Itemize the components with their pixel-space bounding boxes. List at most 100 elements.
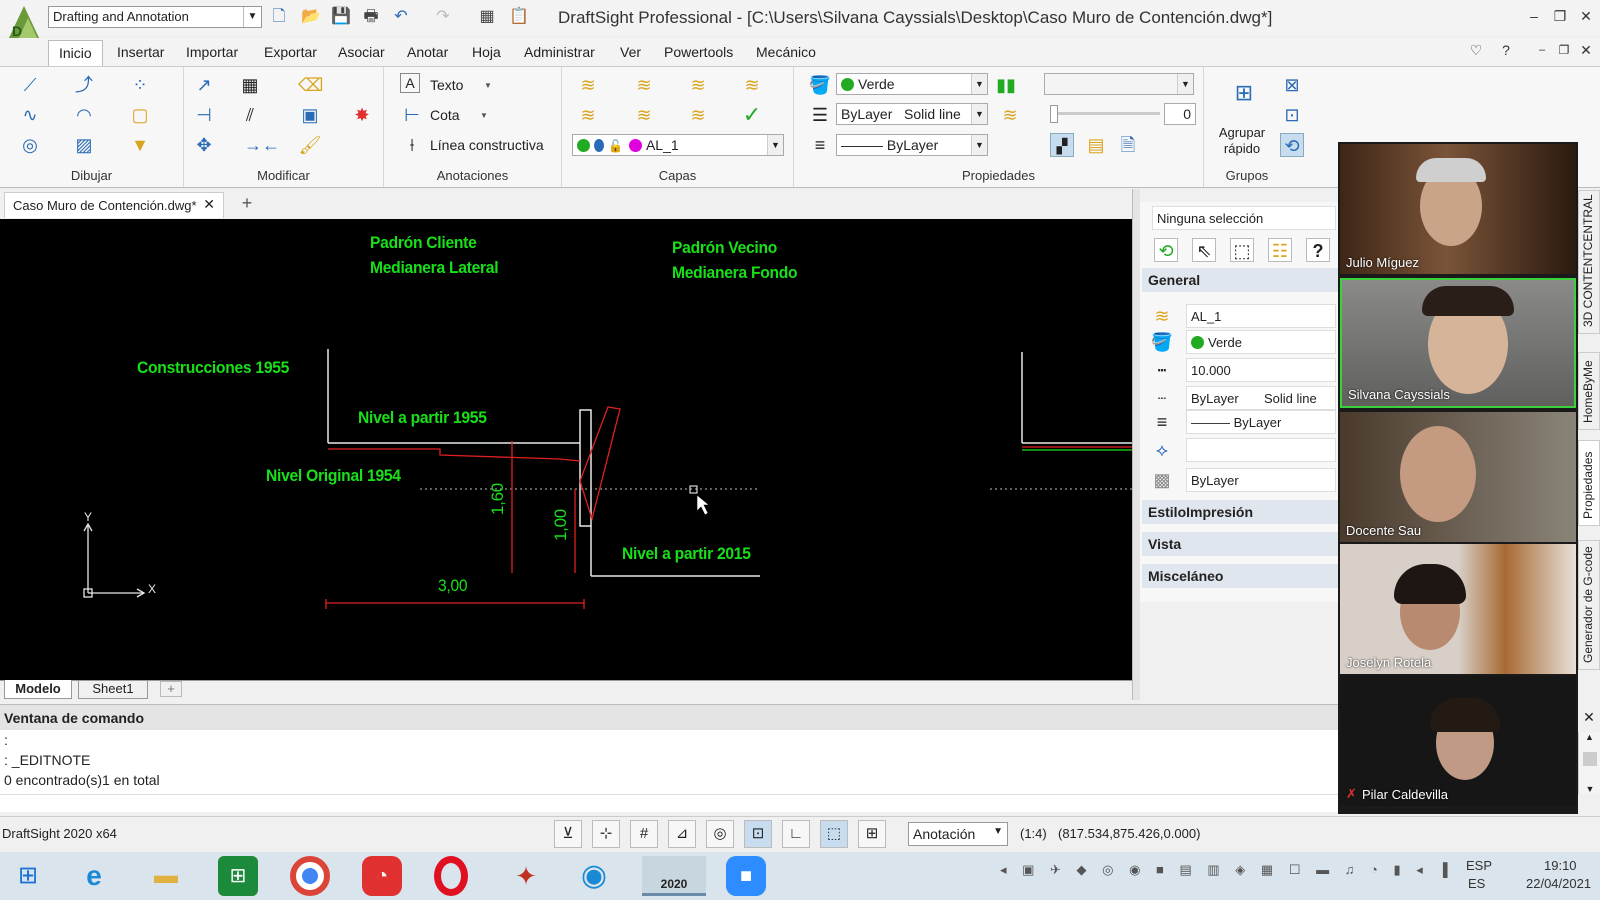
help-question-icon[interactable]: ? (1306, 238, 1330, 262)
tab-importar[interactable]: Importar (186, 44, 238, 66)
doc-restore-icon[interactable]: ❐ (1552, 40, 1576, 60)
video-tile[interactable]: Joselyn Rotela (1340, 544, 1576, 674)
spline-icon[interactable]: ∿ (18, 103, 42, 127)
etrack-icon[interactable]: ∟ (782, 820, 810, 848)
opera-icon[interactable] (434, 856, 468, 896)
prop-color[interactable]: Verde (1186, 330, 1336, 354)
scroll-up-icon[interactable]: ▲ (1579, 732, 1600, 742)
keyboard-layout[interactable]: ES (1468, 876, 1485, 891)
prop-linetype-scale[interactable]: 10.000 (1186, 358, 1336, 382)
video-tile[interactable]: Pilar Caldevilla ✗ (1340, 676, 1576, 806)
close-icon[interactable]: ✕ (1574, 6, 1598, 26)
windows-start-icon[interactable]: ⊞ (8, 856, 48, 896)
text-tool[interactable]: Texto (430, 77, 463, 93)
layer-freeze-icon[interactable]: ≋ (740, 73, 764, 97)
app-icon[interactable]: ◔ (362, 856, 402, 896)
close-tab-icon[interactable]: ✕ (203, 196, 215, 213)
dimension-icon[interactable]: ⊢ (400, 103, 424, 127)
file-explorer-icon[interactable]: ▬ (146, 856, 186, 896)
esnap-icon[interactable]: ⊡ (744, 820, 772, 848)
properties-paint-icon[interactable]: 🖌 (298, 133, 322, 157)
side-tab-homebyme[interactable]: HomeByMe (1578, 352, 1600, 430)
copy-icon[interactable]: ✥ (192, 133, 216, 157)
join-icon[interactable]: →← (244, 133, 280, 157)
tab-hoja[interactable]: Hoja (472, 44, 501, 66)
display-lineweight-icon[interactable]: ▞ (1050, 133, 1074, 157)
command-input[interactable] (0, 794, 1338, 812)
construction-line-icon[interactable]: ⟊ (400, 133, 424, 157)
list-icon[interactable]: ▤ (1084, 133, 1108, 157)
linetype-select[interactable]: ByLayer Solid line ▼ (836, 103, 988, 125)
workspace-select[interactable]: Drafting and Annotation ▼ (48, 6, 262, 28)
splitter[interactable] (1132, 189, 1140, 700)
arc-icon[interactable]: ◠ (72, 103, 96, 127)
section-estilo-impresion[interactable]: EstiloImpresión (1142, 500, 1338, 524)
add-layout-icon[interactable]: + (160, 681, 182, 697)
tab-exportar[interactable]: Exportar (264, 44, 317, 66)
selection-select[interactable]: Ninguna selección (1152, 206, 1336, 230)
line-icon[interactable]: ⟋ (18, 73, 42, 97)
print-icon[interactable]: 🖶 (360, 6, 382, 28)
polyline-icon[interactable]: ⤴ (72, 73, 96, 97)
side-tab-gcode[interactable]: Generador de G-code (1578, 540, 1600, 670)
scroll-down-icon[interactable]: ▼ (1579, 784, 1600, 794)
transparency-slider[interactable] (1050, 112, 1160, 115)
tab-powertools[interactable]: Powertools (664, 44, 733, 66)
polar-icon[interactable]: ◎ (706, 820, 734, 848)
style-select[interactable]: ▼ (1044, 73, 1194, 95)
video-tile-active-speaker[interactable]: Silvana Cayssials (1340, 278, 1576, 408)
chevron-down-icon[interactable]: ▼ (480, 111, 488, 120)
drawing-canvas[interactable]: Padrón Cliente Medianera Lateral Padrón … (0, 219, 1132, 680)
text-icon[interactable]: A (400, 73, 420, 93)
offset-icon[interactable]: ⫽ (238, 103, 262, 127)
color-bars-icon[interactable]: ▮▮ (994, 73, 1018, 97)
quick-select-icon[interactable]: ⬚ (1230, 238, 1254, 262)
side-tab-3d-contentcentral[interactable]: 3D CONTENTCENTRAL (1578, 190, 1600, 334)
properties-list-icon[interactable]: ☷ (1268, 238, 1292, 262)
wipeout-icon[interactable]: ▼ (128, 133, 152, 157)
language-indicator[interactable]: ESP (1466, 858, 1492, 873)
grid-icon[interactable]: # (630, 820, 658, 848)
scroll-thumb[interactable] (1583, 752, 1597, 766)
internet-explorer-icon[interactable]: e (74, 856, 114, 896)
rectangle-icon[interactable]: ▢ (128, 103, 152, 127)
toggle-pickadd-icon[interactable]: ⟲ (1154, 238, 1178, 262)
layer-manager-icon[interactable]: ≋ (576, 73, 600, 97)
layer-isolate-icon[interactable]: ≋ (686, 73, 710, 97)
move-icon[interactable]: ↗ (192, 73, 216, 97)
app-icon[interactable]: ✦ (506, 856, 546, 896)
doc-minimize-icon[interactable]: – (1530, 40, 1554, 60)
annotation-scale-select[interactable]: Anotación ▼ (908, 822, 1008, 846)
prop-hyperlink[interactable] (1186, 438, 1336, 462)
doc-close-icon[interactable]: ✕ (1574, 40, 1598, 60)
dynamic-input-icon[interactable]: ⊞ (858, 820, 886, 848)
select-objects-icon[interactable]: ⇖ (1192, 238, 1216, 262)
edge-icon[interactable]: ◉ (574, 856, 614, 896)
pattern-icon[interactable]: ▦ (238, 73, 262, 97)
layer-walk-icon[interactable]: ≋ (632, 103, 656, 127)
redo-icon[interactable]: ↷ (432, 6, 454, 28)
chrome-icon[interactable] (290, 856, 330, 896)
slider-thumb[interactable] (1050, 105, 1058, 123)
tab-administrar[interactable]: Administrar (524, 44, 595, 66)
trim-icon[interactable]: ⊣ (192, 103, 216, 127)
stretch-icon[interactable]: ▣ (298, 103, 322, 127)
tray-icons[interactable]: ◂ ▣ ✈ ◆ ◎ ◉ ■ ▤ ▥ ◈ ▦ ☐ ▬ ♫ ◔ ▮ ◂ ▐ (1000, 862, 1454, 878)
ungroup-icon[interactable]: ⊠ (1280, 73, 1304, 97)
section-general[interactable]: General (1142, 268, 1338, 292)
maximize-icon[interactable]: ❐ (1548, 6, 1572, 26)
section-vista[interactable]: Vista (1142, 532, 1338, 556)
transparency-input[interactable]: 0 (1164, 103, 1196, 125)
tab-insertar[interactable]: Insertar (117, 44, 164, 66)
ribbon-collapse-icon[interactable]: ♡ (1464, 40, 1488, 60)
side-tab-propiedades[interactable]: Propiedades (1578, 440, 1600, 526)
draftsight-taskbar-icon[interactable]: 2020 (642, 856, 706, 896)
tab-inicio[interactable]: Inicio (48, 40, 103, 66)
circle-icon[interactable]: ◎ (18, 133, 42, 157)
lineweight-select[interactable]: ——— ByLayer ▼ (836, 134, 988, 156)
open-folder-icon[interactable]: 📂 (300, 6, 322, 28)
layer-previous-icon[interactable]: ≋ (632, 73, 656, 97)
store-icon[interactable]: ⊞ (218, 856, 258, 896)
tab-anotar[interactable]: Anotar (407, 44, 448, 66)
quick-group-icon[interactable]: ⊞ (1232, 81, 1256, 105)
